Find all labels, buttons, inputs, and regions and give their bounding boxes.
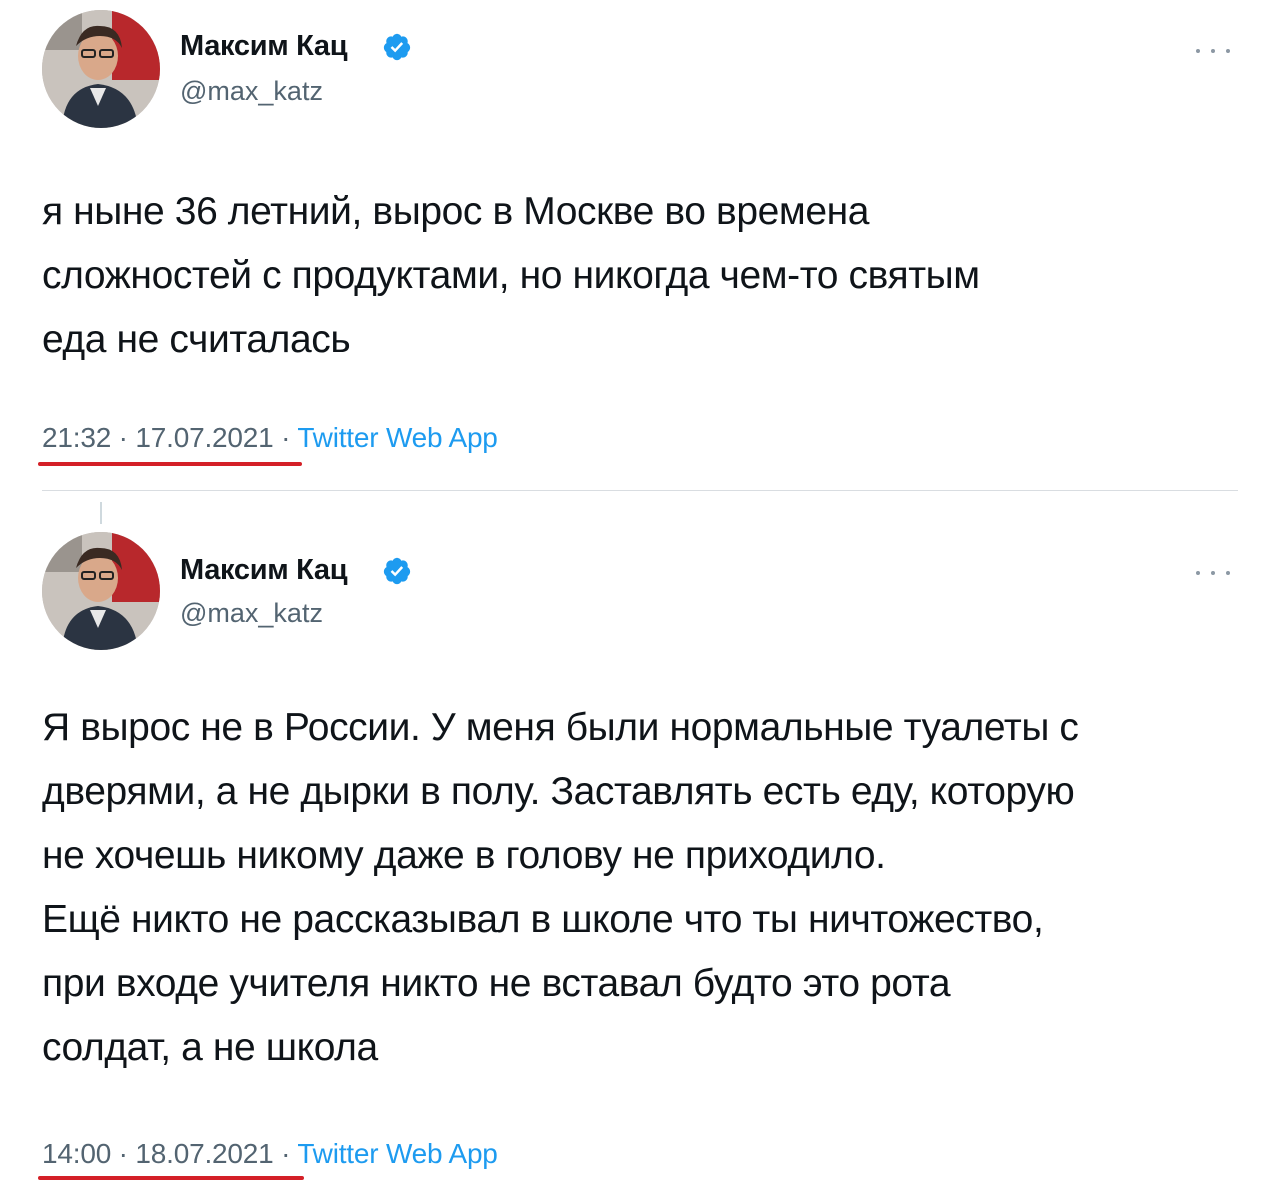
author-display-name[interactable]: Максим Кац bbox=[180, 30, 348, 63]
red-underline-annotation bbox=[38, 1176, 304, 1180]
avatar[interactable] bbox=[42, 10, 160, 128]
tweet-time[interactable]: 21:32 bbox=[42, 422, 111, 453]
profile-photo-icon bbox=[42, 532, 160, 650]
tweet-2[interactable]: Максим Кац @max_katz Я вырос не в России… bbox=[0, 492, 1280, 1203]
verified-badge-icon bbox=[383, 33, 411, 61]
tweet-text-line: Ещё никто не рассказывал в школе что ты … bbox=[42, 898, 1044, 941]
tweet-text-line: Я вырос не в России. У меня были нормаль… bbox=[42, 706, 1079, 749]
tweet-time[interactable]: 14:00 bbox=[42, 1138, 111, 1169]
tweet-date[interactable]: 18.07.2021 bbox=[135, 1138, 273, 1169]
verified-badge-icon bbox=[383, 557, 411, 585]
author-handle[interactable]: @max_katz bbox=[180, 598, 323, 629]
meta-separator: · bbox=[118, 422, 128, 453]
avatar[interactable] bbox=[42, 532, 160, 650]
tweet-1[interactable]: Максим Кац @max_katz я ныне 36 летний, в… bbox=[0, 0, 1280, 490]
tweet-text: я ныне 36 летний, вырос в Москве во врем… bbox=[42, 180, 1242, 372]
divider bbox=[42, 490, 1238, 491]
meta-separator: · bbox=[281, 422, 291, 453]
author-display-name[interactable]: Максим Кац bbox=[180, 554, 348, 587]
tweet-meta: 21:32 · 17.07.2021 · Twitter Web App bbox=[42, 422, 498, 454]
red-underline-annotation bbox=[38, 462, 302, 466]
author-handle[interactable]: @max_katz bbox=[180, 76, 323, 107]
meta-separator: · bbox=[281, 1138, 291, 1169]
tweet-meta: 14:00 · 18.07.2021 · Twitter Web App bbox=[42, 1138, 498, 1170]
more-options-icon[interactable] bbox=[1196, 566, 1230, 580]
tweet-date[interactable]: 17.07.2021 bbox=[135, 422, 273, 453]
tweet-source[interactable]: Twitter Web App bbox=[297, 1138, 498, 1169]
tweet-text-line: сложностей с продуктами, но никогда чем-… bbox=[42, 254, 980, 297]
profile-photo-icon bbox=[42, 10, 160, 128]
tweet-text-line: еда не считалась bbox=[42, 318, 351, 361]
tweet-text: Я вырос не в России. У меня были нормаль… bbox=[42, 696, 1242, 1080]
tweet-source[interactable]: Twitter Web App bbox=[297, 422, 498, 453]
more-options-icon[interactable] bbox=[1196, 44, 1230, 58]
tweet-text-line: не хочешь никому даже в голову не приход… bbox=[42, 834, 886, 877]
tweet-text-line: я ныне 36 летний, вырос в Москве во врем… bbox=[42, 190, 870, 233]
tweet-text-line: солдат, а не школа bbox=[42, 1026, 378, 1069]
tweet-text-line: при входе учителя никто не вставал будто… bbox=[42, 962, 951, 1005]
meta-separator: · bbox=[118, 1138, 128, 1169]
tweet-text-line: дверями, а не дырки в полу. Заставлять е… bbox=[42, 770, 1075, 813]
